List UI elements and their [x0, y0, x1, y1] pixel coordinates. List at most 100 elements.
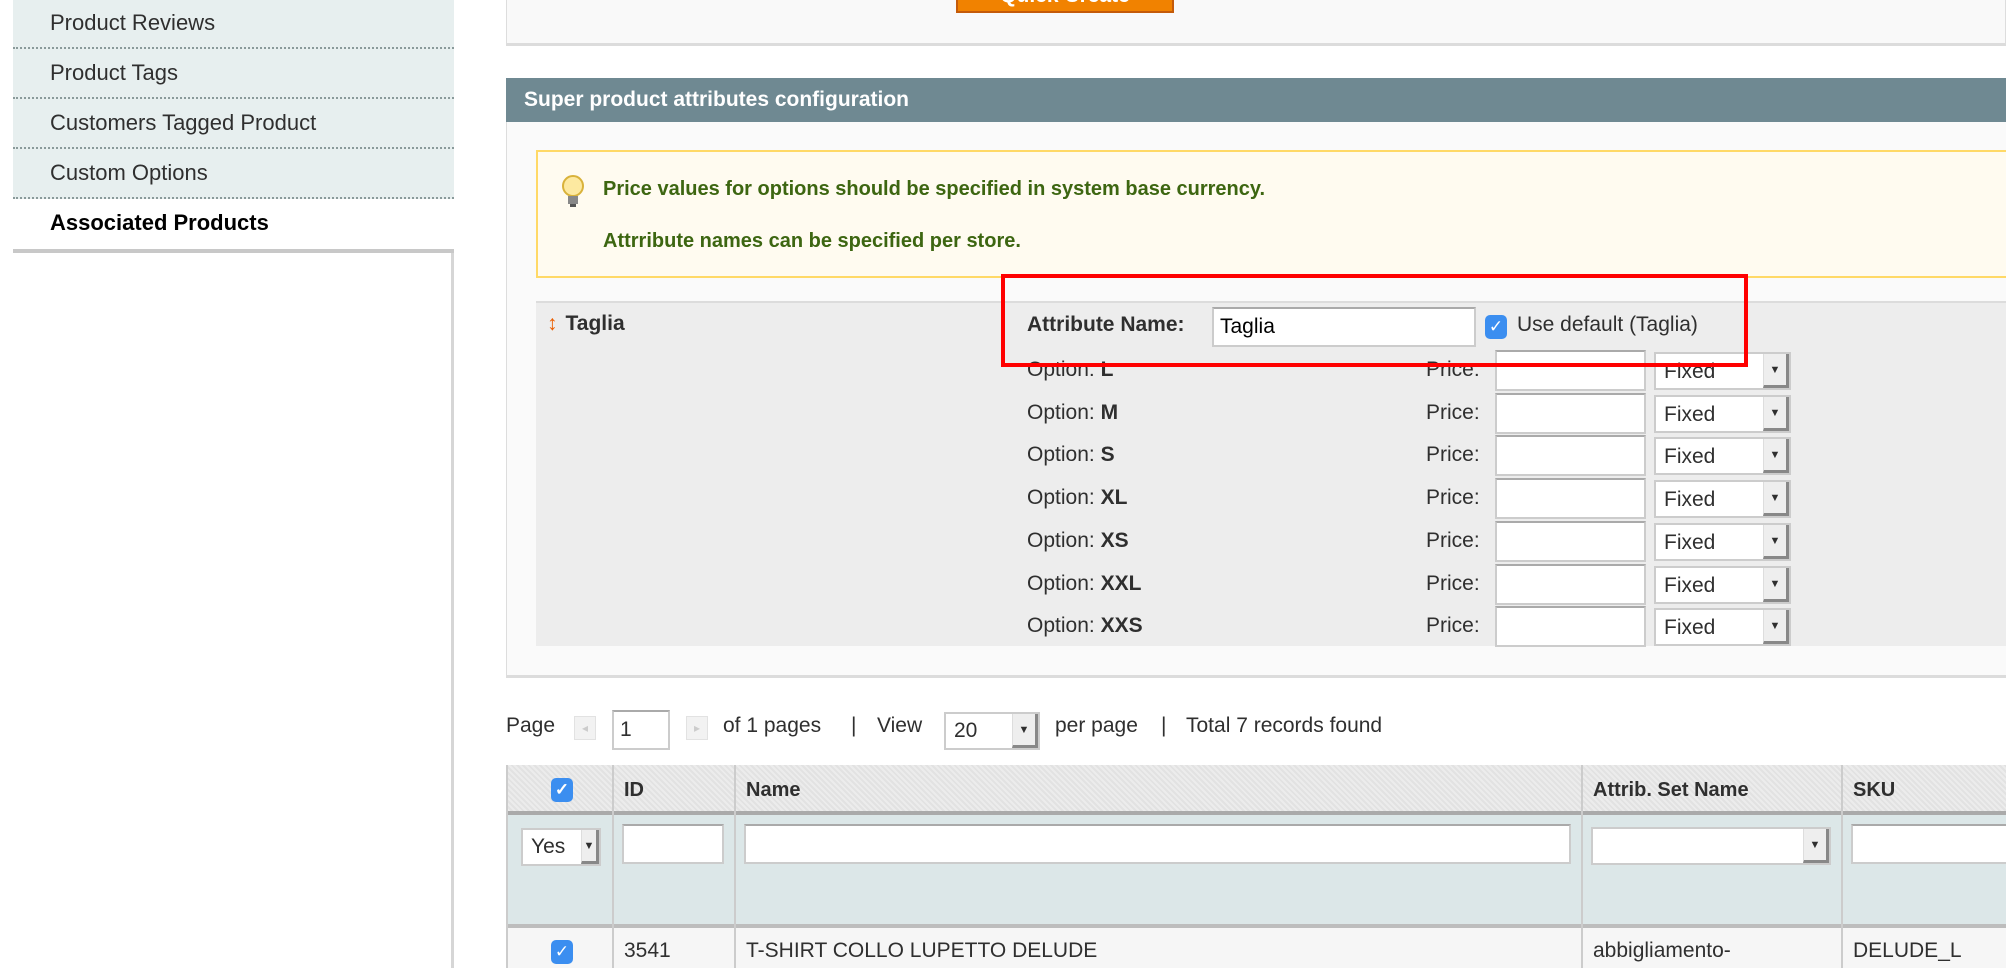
option-prefix: Option:	[1027, 443, 1095, 467]
dropdown-arrow-icon: ▼	[1763, 567, 1789, 602]
price-label: Price:	[1426, 400, 1480, 424]
dropdown-arrow-icon: ▼	[581, 830, 599, 864]
select-all-checkbox[interactable]: ✓	[551, 778, 573, 802]
price-type-value: Fixed	[1664, 488, 1716, 512]
header-select: ✓	[508, 765, 612, 815]
row-checkbox[interactable]: ✓	[551, 940, 573, 964]
total-records: Total 7 records found	[1186, 714, 1383, 737]
dropdown-arrow-icon: ▼	[1763, 482, 1789, 517]
option-code: XXS	[1100, 614, 1143, 638]
page-label: Page	[506, 714, 556, 737]
dropdown-arrow-icon: ▼	[1763, 524, 1789, 559]
lightbulb-icon	[562, 175, 584, 207]
price-type-value: Fixed	[1664, 445, 1716, 469]
option-price-input[interactable]	[1495, 520, 1646, 562]
per-page-value: 20	[954, 719, 978, 742]
option-price-input[interactable]	[1495, 435, 1646, 477]
id-filter-input[interactable]	[622, 824, 724, 864]
drag-handle-icon[interactable]: ↕	[547, 312, 558, 335]
page-input[interactable]: 1	[612, 710, 670, 750]
option-code: M	[1100, 400, 1119, 424]
filter-cell: Yes ▼	[508, 815, 612, 928]
option-label: Option: XS	[1027, 529, 1129, 553]
per-page-select[interactable]: 20 ▼	[944, 712, 1040, 750]
header-id[interactable]: ID	[614, 765, 734, 815]
price-type-value: Fixed	[1664, 530, 1716, 554]
notice-box: Price values for options should be speci…	[536, 150, 2006, 278]
sidebar-item-product-reviews[interactable]: Product Reviews	[13, 0, 454, 49]
price-type-value: Fixed	[1664, 573, 1716, 597]
price-label: Price:	[1426, 443, 1480, 467]
per-page-label: per page	[1055, 714, 1138, 737]
option-code: XS	[1100, 528, 1129, 552]
header-name[interactable]: Name	[736, 765, 1581, 815]
in-products-filter[interactable]: Yes ▼	[521, 828, 601, 866]
sku-filter-input[interactable]	[1851, 824, 2006, 864]
name-filter-input[interactable]	[744, 824, 1571, 864]
associated-products-grid: ✓ Yes ▼ ✓ ID 3541 Name T-SHIRT COLLO LUPE…	[506, 765, 2006, 968]
option-prefix: Option:	[1027, 614, 1095, 638]
price-type-select[interactable]: Fixed ▼	[1654, 608, 1791, 647]
price-label: Price:	[1426, 571, 1480, 595]
in-products-value: Yes	[531, 835, 566, 858]
option-label: Option: M	[1027, 401, 1118, 425]
sidebar-tabs: Product Reviews Product Tags Customers T…	[13, 0, 454, 968]
sidebar-item-product-tags[interactable]: Product Tags	[13, 49, 454, 99]
dropdown-arrow-icon: ▼	[1012, 714, 1038, 748]
attrib-set-filter[interactable]: ▼	[1591, 827, 1831, 865]
filter-cell	[1843, 815, 2006, 928]
highlight-annotation	[1001, 274, 1748, 367]
sidebar-item-associated-products[interactable]: Associated Products	[13, 199, 454, 253]
dropdown-arrow-icon: ▼	[1763, 396, 1789, 431]
notice-line-1: Price values for options should be speci…	[603, 178, 1266, 200]
column-id: ID 3541	[614, 765, 736, 968]
price-label: Price:	[1426, 486, 1480, 510]
option-prefix: Option:	[1027, 486, 1095, 510]
attribute-title-text: Taglia	[565, 312, 625, 335]
header-attrib-set[interactable]: Attrib. Set Name	[1583, 765, 1841, 815]
column-select: ✓ Yes ▼ ✓	[506, 765, 614, 968]
price-type-value: Fixed	[1664, 402, 1716, 426]
dropdown-arrow-icon: ▼	[1763, 354, 1789, 388]
row-name: T-SHIRT COLLO LUPETTO DELUDE	[736, 928, 1581, 968]
filter-cell: ▼	[1583, 815, 1841, 928]
sidebar-item-customers-tagged-product[interactable]: Customers Tagged Product	[13, 99, 454, 149]
option-price-input[interactable]	[1495, 606, 1646, 648]
price-type-select[interactable]: Fixed ▼	[1654, 480, 1791, 519]
option-code: XXL	[1100, 571, 1142, 595]
option-code: XL	[1100, 486, 1128, 510]
row-attrib-set: abbigliamento-	[1583, 928, 1841, 968]
price-type-value: Fixed	[1664, 616, 1716, 640]
price-label: Price:	[1426, 614, 1480, 638]
header-sku[interactable]: SKU	[1843, 765, 2006, 815]
dropdown-arrow-icon: ▼	[1803, 829, 1829, 863]
option-label: Option: S	[1027, 443, 1115, 467]
row-select-cell: ✓	[508, 928, 612, 968]
section-header: Super product attributes configuration	[506, 78, 2006, 122]
sidebar-item-custom-options[interactable]: Custom Options	[13, 149, 454, 199]
prev-page-icon[interactable]: ◂	[574, 716, 596, 740]
option-prefix: Option:	[1027, 528, 1095, 552]
price-type-select[interactable]: Fixed ▼	[1654, 565, 1791, 604]
attribute-title[interactable]: ↕ Taglia	[547, 312, 625, 336]
quick-create-panel	[506, 0, 2006, 46]
price-type-select[interactable]: Fixed ▼	[1654, 437, 1791, 476]
option-label: Option: XXL	[1027, 572, 1141, 596]
option-label: Option: XL	[1027, 486, 1127, 510]
column-sku: SKU DELUDE_L	[1843, 765, 2006, 968]
price-type-select[interactable]: Fixed ▼	[1654, 394, 1791, 433]
filter-cell	[614, 815, 734, 928]
notice-line-2: Attrribute names can be specified per st…	[603, 230, 1021, 252]
option-prefix: Option:	[1027, 571, 1095, 595]
next-page-icon[interactable]: ▸	[686, 716, 708, 740]
option-price-input[interactable]	[1495, 563, 1646, 605]
separator: |	[1161, 714, 1167, 737]
option-price-input[interactable]	[1495, 478, 1646, 520]
option-code: S	[1100, 443, 1115, 467]
column-attrib-set: Attrib. Set Name ▼ abbigliamento-	[1583, 765, 1843, 968]
option-price-input[interactable]	[1495, 392, 1646, 434]
dropdown-arrow-icon: ▼	[1763, 610, 1789, 645]
column-name: Name T-SHIRT COLLO LUPETTO DELUDE	[736, 765, 1583, 968]
quick-create-button[interactable]: Quick Create	[956, 0, 1174, 13]
price-type-select[interactable]: Fixed ▼	[1654, 522, 1791, 561]
